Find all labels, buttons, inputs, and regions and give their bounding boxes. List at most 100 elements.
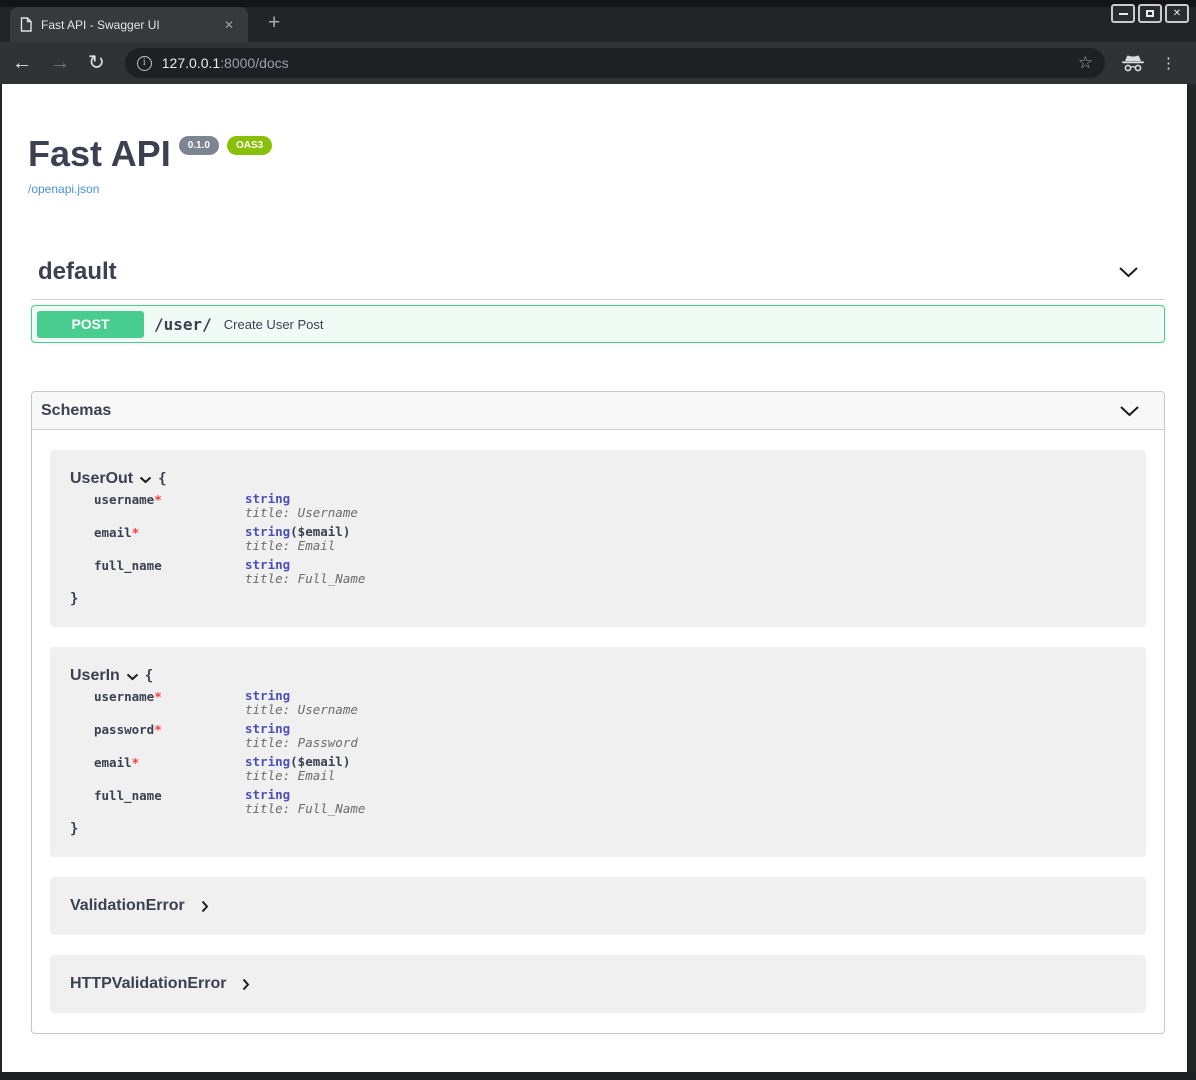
- openapi-spec-link[interactable]: /openapi.json: [28, 182, 1168, 196]
- back-icon[interactable]: ←: [12, 53, 32, 73]
- model-chevron-right-icon[interactable]: [201, 900, 209, 913]
- browser-menu-icon[interactable]: ⋮: [1161, 54, 1176, 72]
- field-row: username* stringtitle: Username: [94, 492, 1126, 520]
- field-meta: stringtitle: Username: [245, 492, 358, 520]
- model-name: UserIn: [70, 667, 120, 685]
- forward-icon[interactable]: →: [50, 53, 70, 73]
- tag-header[interactable]: default: [31, 258, 1165, 300]
- field-title: title: Email: [245, 768, 335, 783]
- field-row: username* stringtitle: Username: [94, 689, 1126, 717]
- field-row: password* stringtitle: Password: [94, 722, 1126, 750]
- required-asterisk: *: [132, 755, 140, 770]
- model-userout: UserOut { username* stringtitle: Usernam…: [50, 450, 1146, 627]
- browser-toolbar: ← → ↻ i 127.0.0.1:8000/docs ☆ ⋮: [0, 42, 1196, 84]
- window-right-border: [1187, 84, 1196, 1080]
- field-title: title: Email: [245, 538, 335, 553]
- maximize-icon: [1146, 10, 1154, 17]
- http-method-badge: POST: [37, 311, 144, 338]
- field-name: email*: [94, 525, 245, 553]
- tab-title: Fast API - Swagger UI: [41, 18, 220, 32]
- model-name: ValidationError: [70, 897, 185, 915]
- page-favicon-icon: [20, 17, 32, 32]
- field-type: string: [245, 688, 290, 703]
- field-title: title: Username: [245, 505, 358, 520]
- open-brace: {: [158, 471, 166, 487]
- model-userin: UserIn { username* stringtitle: Username…: [50, 647, 1146, 857]
- model-httpvalidationerror[interactable]: HTTPValidationError: [50, 955, 1146, 1013]
- required-asterisk: *: [154, 492, 162, 507]
- minimize-button[interactable]: [1111, 4, 1135, 23]
- close-button[interactable]: ✕: [1165, 4, 1189, 23]
- field-meta: stringtitle: Full_Name: [245, 788, 365, 816]
- tag-section-default: default POST /user/ Create User Post: [31, 258, 1165, 343]
- field-meta: string($email)title: Email: [245, 525, 350, 553]
- tab-close-icon[interactable]: ✕: [220, 17, 238, 33]
- model-userout-title[interactable]: UserOut {: [70, 470, 1126, 488]
- field-meta: stringtitle: Password: [245, 722, 358, 750]
- tab-strip: Fast API - Swagger UI ✕ + ✕: [0, 7, 1196, 42]
- model-name: HTTPValidationError: [70, 975, 226, 993]
- close-brace: }: [70, 821, 1126, 837]
- field-title: title: Full_Name: [245, 801, 365, 816]
- window-frame-top: [0, 0, 1196, 7]
- maximize-button[interactable]: [1138, 4, 1162, 23]
- field-title: title: Full_Name: [245, 571, 365, 586]
- schemas-section: Schemas UserOut { username* stri: [31, 391, 1165, 1034]
- site-info-icon[interactable]: i: [137, 56, 152, 71]
- api-info: Fast API0.1.0OAS3 /openapi.json: [0, 84, 1196, 196]
- browser-window: Fast API - Swagger UI ✕ + ✕ ← → ↻ i 127.…: [0, 0, 1196, 1080]
- open-brace: {: [145, 668, 153, 684]
- model-chevron-right-icon[interactable]: [242, 978, 250, 991]
- browser-tab[interactable]: Fast API - Swagger UI ✕: [10, 7, 248, 42]
- field-name: username*: [94, 689, 245, 717]
- required-asterisk: *: [154, 689, 162, 704]
- field-name: full_name: [94, 788, 245, 816]
- field-row: email* string($email)title: Email: [94, 755, 1126, 783]
- operation-post-user[interactable]: POST /user/ Create User Post: [31, 305, 1165, 343]
- collapse-chevron-down-icon[interactable]: [1118, 266, 1139, 278]
- close-icon: ✕: [1173, 8, 1181, 19]
- required-asterisk: *: [132, 525, 140, 540]
- new-tab-button[interactable]: +: [260, 11, 288, 35]
- field-type: string: [245, 721, 290, 736]
- close-brace: }: [70, 591, 1126, 607]
- required-asterisk: *: [154, 722, 162, 737]
- operation-summary: Create User Post: [224, 317, 324, 332]
- field-format: ($email): [290, 524, 350, 539]
- field-title: title: Password: [245, 735, 358, 750]
- url-text[interactable]: 127.0.0.1:8000/docs: [162, 55, 1070, 71]
- bookmark-star-icon[interactable]: ☆: [1078, 53, 1093, 73]
- model-chevron-down-icon[interactable]: [126, 673, 139, 681]
- schemas-chevron-down-icon[interactable]: [1119, 405, 1140, 417]
- schemas-title: Schemas: [41, 402, 111, 420]
- field-type: string: [245, 787, 290, 802]
- page-title: Fast API: [28, 133, 171, 174]
- field-row: email* string($email)title: Email: [94, 525, 1126, 553]
- model-validationerror[interactable]: ValidationError: [50, 877, 1146, 935]
- url-path: :8000/docs: [220, 55, 289, 71]
- field-meta: stringtitle: Full_Name: [245, 558, 365, 586]
- field-title: title: Username: [245, 702, 358, 717]
- field-name: full_name: [94, 558, 245, 586]
- field-format: ($email): [290, 754, 350, 769]
- field-meta: stringtitle: Username: [245, 689, 358, 717]
- field-row: full_name stringtitle: Full_Name: [94, 558, 1126, 586]
- schemas-header[interactable]: Schemas: [32, 392, 1164, 430]
- field-type: string: [245, 524, 290, 539]
- field-type: string: [245, 557, 290, 572]
- field-row: full_name stringtitle: Full_Name: [94, 788, 1126, 816]
- window-left-border: [0, 84, 2, 1072]
- model-userin-title[interactable]: UserIn {: [70, 667, 1126, 685]
- minimize-icon: [1119, 13, 1128, 15]
- model-fields: username* stringtitle: Username password…: [94, 689, 1126, 816]
- reload-icon[interactable]: ↻: [88, 53, 105, 73]
- address-bar[interactable]: i 127.0.0.1:8000/docs ☆: [125, 48, 1105, 78]
- tag-name: default: [38, 258, 117, 286]
- model-name: UserOut: [70, 470, 133, 488]
- model-chevron-down-icon[interactable]: [139, 476, 152, 484]
- model-fields: username* stringtitle: Username email* s…: [94, 492, 1126, 586]
- version-badge: 0.1.0: [179, 136, 219, 155]
- field-type: string: [245, 491, 290, 506]
- swagger-page: Fast API0.1.0OAS3 /openapi.json default …: [0, 84, 1196, 1072]
- field-name: password*: [94, 722, 245, 750]
